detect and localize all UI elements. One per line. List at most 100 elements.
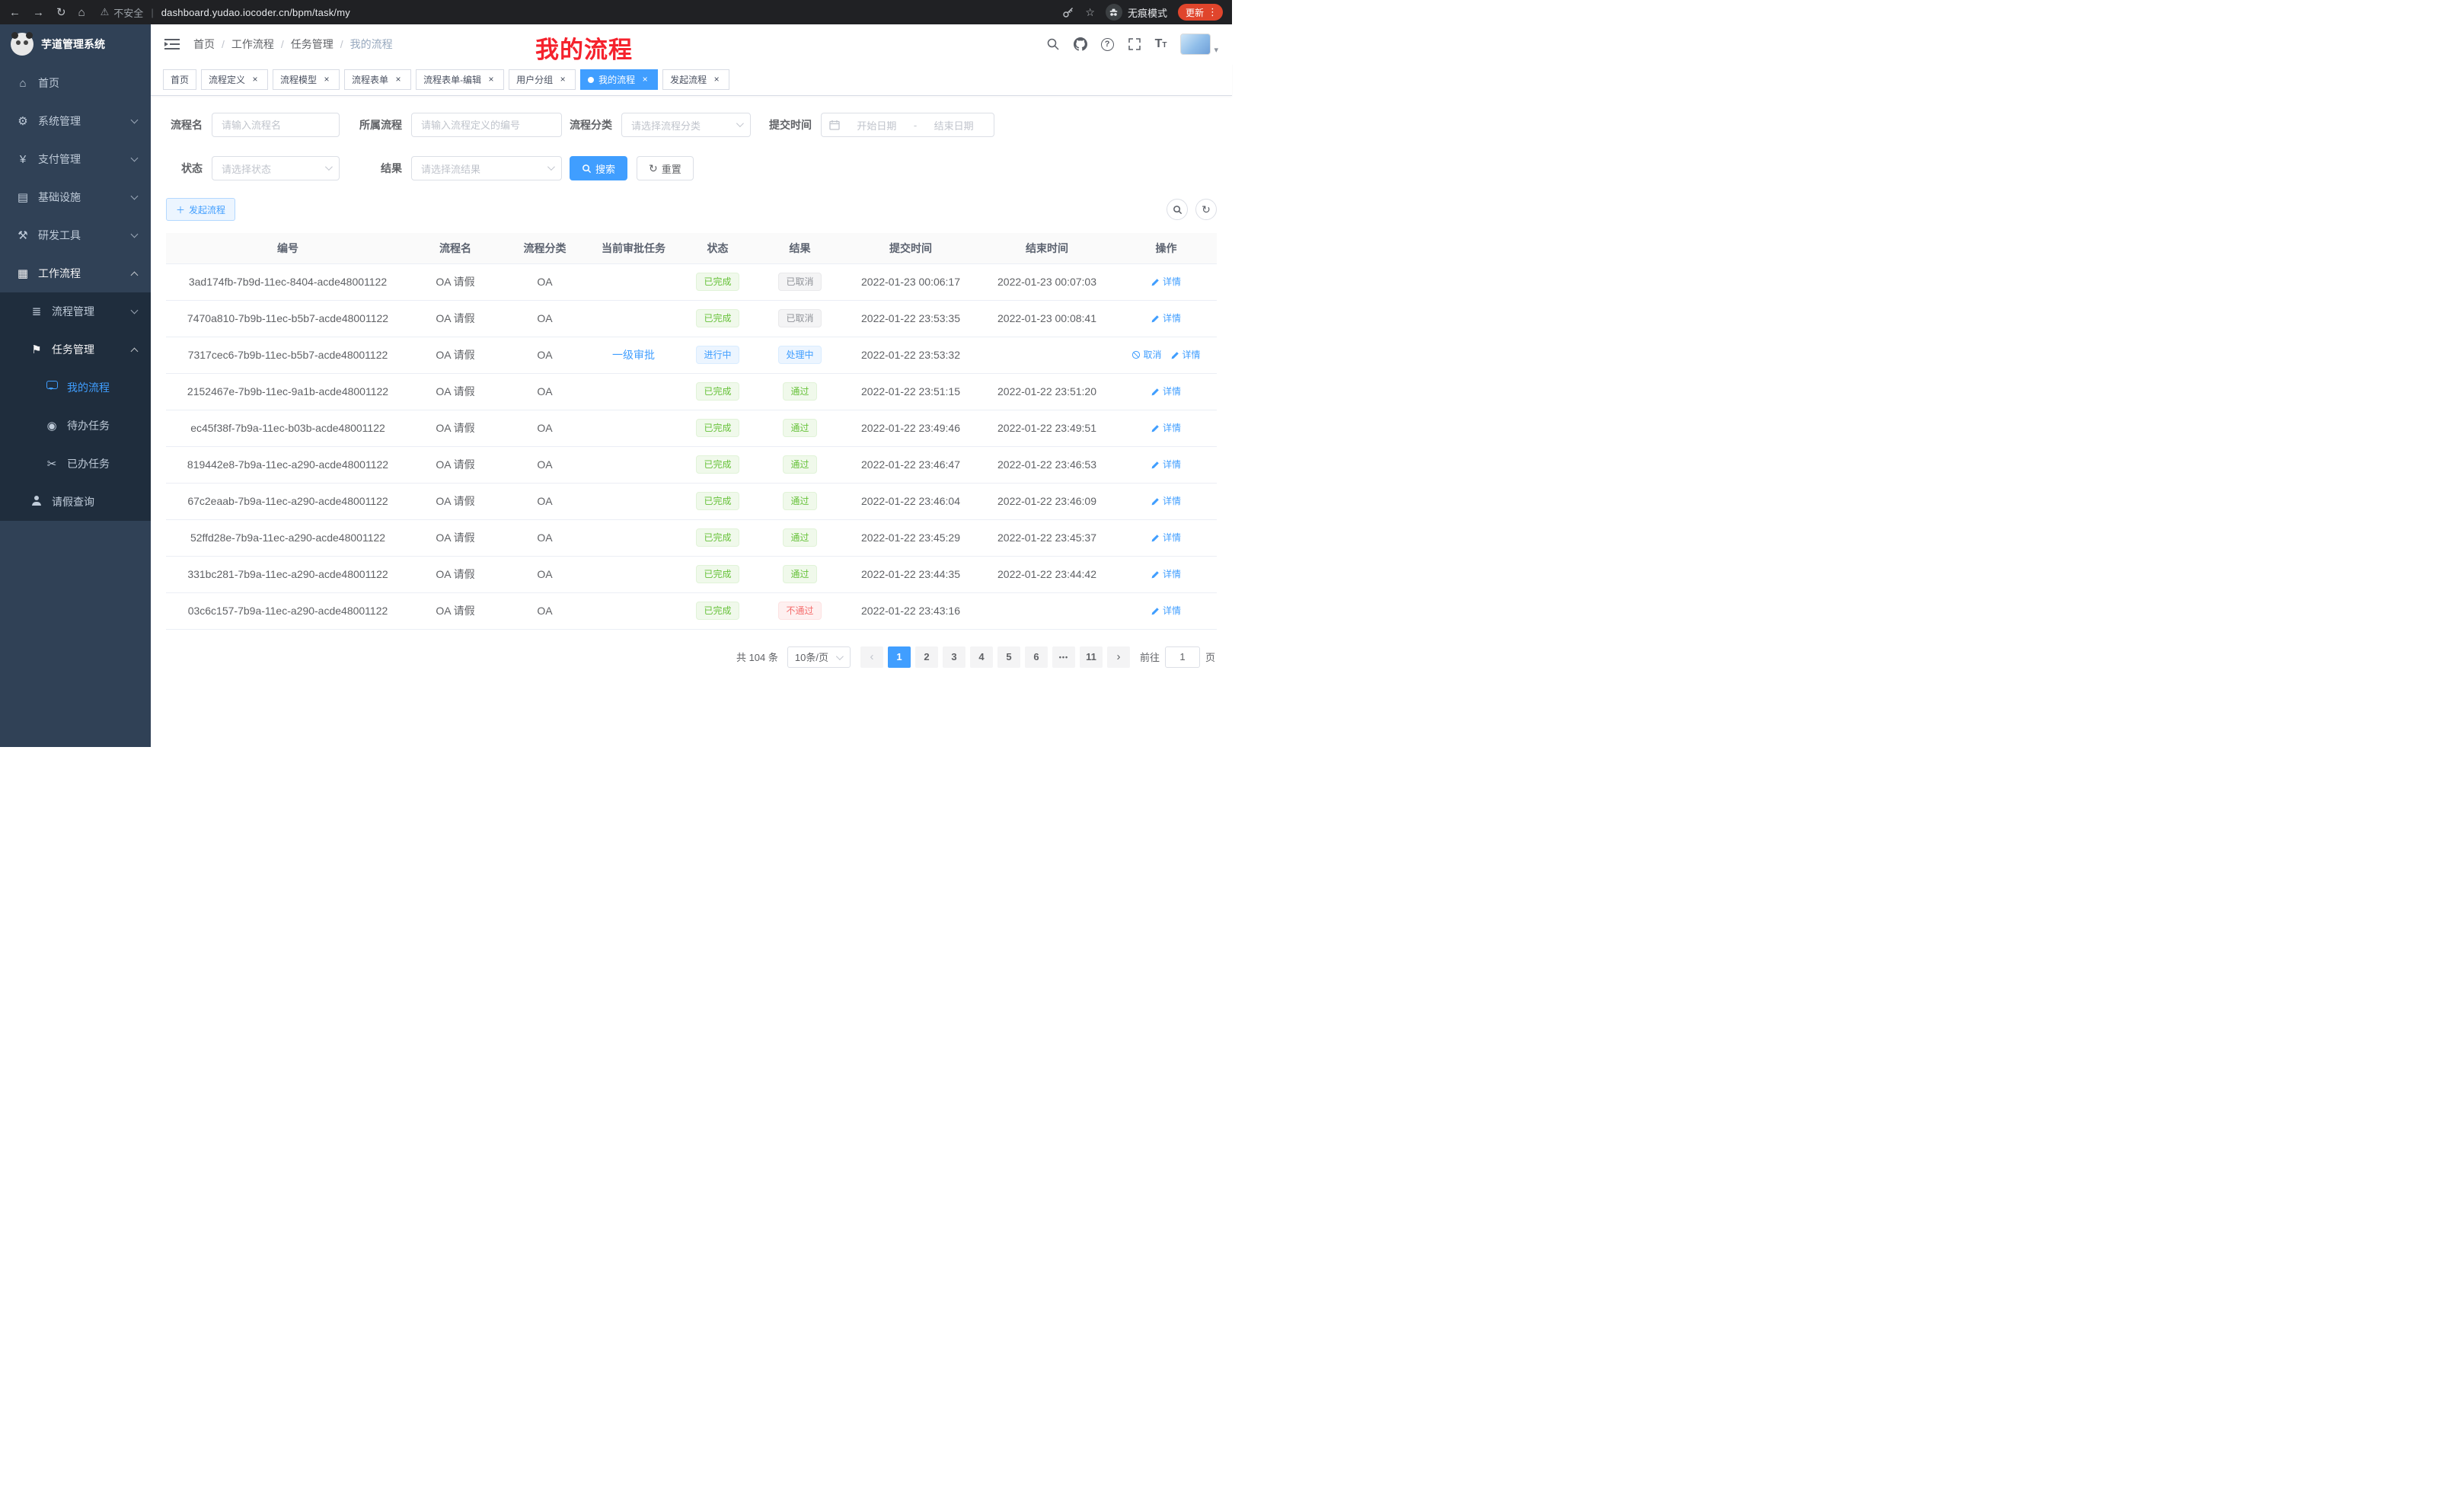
- detail-button[interactable]: 详情: [1171, 348, 1201, 361]
- task-link[interactable]: 一级审批: [612, 349, 655, 361]
- page-size-select[interactable]: 10条/页: [787, 646, 851, 668]
- more-pages-button[interactable]: •••: [1052, 646, 1075, 668]
- result-select[interactable]: 请选择流结果: [411, 156, 562, 180]
- detail-button[interactable]: 详情: [1151, 385, 1181, 397]
- bookmark-star-icon[interactable]: ☆: [1085, 7, 1095, 18]
- sidebar-item-leave-query[interactable]: 请假查询: [0, 483, 151, 521]
- detail-button[interactable]: 详情: [1151, 458, 1181, 471]
- update-button[interactable]: 更新 ⋮: [1178, 4, 1223, 21]
- page-button-4[interactable]: 4: [970, 646, 993, 668]
- tab-process-definition[interactable]: 流程定义×: [201, 69, 268, 90]
- next-page-button[interactable]: ›: [1107, 646, 1130, 668]
- close-icon[interactable]: ×: [557, 75, 568, 85]
- detail-button[interactable]: 详情: [1151, 421, 1181, 434]
- process-name-input[interactable]: [212, 113, 340, 137]
- sidebar-item-task-mgmt[interactable]: ⚑ 任务管理: [0, 330, 151, 369]
- page-button-11[interactable]: 11: [1080, 646, 1103, 668]
- close-icon[interactable]: ×: [640, 75, 650, 85]
- sidebar-item-payment[interactable]: ¥ 支付管理: [0, 140, 151, 178]
- yen-icon: ¥: [15, 153, 30, 166]
- tab-process-form[interactable]: 流程表单×: [344, 69, 411, 90]
- search-button[interactable]: 搜索: [570, 156, 627, 180]
- status-badge: 已完成: [696, 419, 739, 437]
- browser-menu-icon[interactable]: ⋮: [1208, 6, 1218, 18]
- home-icon[interactable]: ⌂: [78, 7, 85, 18]
- page-button-1[interactable]: 1: [888, 646, 911, 668]
- start-process-button[interactable]: ＋ 发起流程: [166, 198, 235, 221]
- result-badge: 通过: [783, 419, 816, 437]
- sidebar-item-done-tasks[interactable]: ✂ 已办任务: [0, 445, 151, 483]
- sidebar-toggle-icon[interactable]: [164, 38, 180, 50]
- reset-button[interactable]: ↻ 重置: [637, 156, 694, 180]
- detail-button[interactable]: 详情: [1151, 567, 1181, 580]
- tab-process-model[interactable]: 流程模型×: [273, 69, 340, 90]
- pencil-icon: [1151, 423, 1160, 433]
- help-icon[interactable]: ?: [1101, 38, 1114, 51]
- page-button-2[interactable]: 2: [915, 646, 938, 668]
- address-bar[interactable]: ⚠ 不安全 | dashboard.yudao.iocoder.cn/bpm/t…: [85, 5, 1063, 20]
- detail-button[interactable]: 详情: [1151, 494, 1181, 507]
- font-size-icon[interactable]: TT: [1155, 37, 1167, 51]
- breadcrumb-home[interactable]: 首页: [193, 37, 215, 52]
- cell-end-time: [978, 592, 1116, 629]
- detail-button[interactable]: 详情: [1151, 311, 1181, 324]
- search-icon: [582, 164, 592, 174]
- page-button-5[interactable]: 5: [997, 646, 1020, 668]
- sidebar-item-todo-tasks[interactable]: ◉ 待办任务: [0, 407, 151, 445]
- category-select[interactable]: 请选择流程分类: [621, 113, 751, 137]
- status-select[interactable]: 请选择状态: [212, 156, 340, 180]
- pencil-icon: [1151, 387, 1160, 396]
- app-logo[interactable]: 芋道管理系统: [0, 24, 151, 64]
- cancel-button[interactable]: 取消: [1131, 348, 1161, 361]
- goto-page-input[interactable]: [1165, 646, 1200, 668]
- sidebar-item-process-mgmt[interactable]: ≣ 流程管理: [0, 292, 151, 330]
- tab-home[interactable]: 首页: [163, 69, 196, 90]
- back-icon[interactable]: ←: [9, 7, 21, 18]
- sidebar-item-devtools[interactable]: ⚒ 研发工具: [0, 216, 151, 254]
- close-icon[interactable]: ×: [711, 75, 722, 85]
- forward-icon[interactable]: →: [33, 7, 44, 18]
- sidebar-item-system[interactable]: ⚙ 系统管理: [0, 102, 151, 140]
- close-icon[interactable]: ×: [486, 75, 496, 85]
- toggle-search-button[interactable]: [1167, 199, 1188, 220]
- table-row: 52ffd28e-7b9a-11ec-a290-acde48001122 OA …: [166, 519, 1217, 556]
- reload-icon[interactable]: ↻: [56, 7, 66, 18]
- close-icon[interactable]: ×: [250, 75, 260, 85]
- tab-my-process[interactable]: 我的流程×: [580, 69, 658, 90]
- cell-submit-time: 2022-01-22 23:53:35: [843, 300, 978, 337]
- detail-label: 详情: [1163, 311, 1181, 324]
- security-warning[interactable]: ⚠ 不安全: [101, 5, 144, 20]
- status-badge: 已完成: [696, 602, 739, 620]
- cell-category: OA: [501, 300, 589, 337]
- github-icon[interactable]: [1074, 37, 1087, 51]
- sidebar-item-my-process[interactable]: 我的流程: [0, 369, 151, 407]
- process-def-input[interactable]: [411, 113, 562, 137]
- tab-process-form-edit[interactable]: 流程表单-编辑×: [416, 69, 504, 90]
- page-button-6[interactable]: 6: [1025, 646, 1048, 668]
- fullscreen-icon[interactable]: [1128, 37, 1141, 51]
- tab-start-process[interactable]: 发起流程×: [662, 69, 729, 90]
- refresh-table-button[interactable]: ↻: [1195, 199, 1217, 220]
- cell-id: ec45f38f-7b9a-11ec-b03b-acde48001122: [166, 410, 410, 446]
- sidebar-item-home[interactable]: ⌂ 首页: [0, 64, 151, 102]
- detail-button[interactable]: 详情: [1151, 604, 1181, 617]
- process-table-wrap: 编号 流程名 流程分类 当前审批任务 状态 结果 提交时间 结束时间 操作 3a…: [151, 233, 1232, 630]
- password-key-icon[interactable]: [1062, 6, 1074, 18]
- logo-panda-icon: [11, 33, 34, 56]
- breadcrumb-workflow[interactable]: 工作流程: [231, 37, 274, 52]
- sidebar-item-workflow[interactable]: ▦ 工作流程: [0, 254, 151, 292]
- detail-button[interactable]: 详情: [1151, 275, 1181, 288]
- date-range-picker[interactable]: 开始日期 - 结束日期: [821, 113, 994, 137]
- user-avatar-menu[interactable]: ▾: [1180, 34, 1218, 55]
- table-row: 67c2eaab-7b9a-11ec-a290-acde48001122 OA …: [166, 483, 1217, 519]
- close-icon[interactable]: ×: [393, 75, 404, 85]
- search-icon[interactable]: [1046, 37, 1060, 51]
- sidebar-item-infrastructure[interactable]: ▤ 基础设施: [0, 178, 151, 216]
- page-button-3[interactable]: 3: [943, 646, 965, 668]
- tab-user-group[interactable]: 用户分组×: [509, 69, 576, 90]
- close-icon[interactable]: ×: [321, 75, 332, 85]
- breadcrumb-task-mgmt[interactable]: 任务管理: [291, 37, 334, 52]
- result-badge: 已取消: [778, 309, 821, 327]
- prev-page-button[interactable]: ‹: [860, 646, 883, 668]
- detail-button[interactable]: 详情: [1151, 531, 1181, 544]
